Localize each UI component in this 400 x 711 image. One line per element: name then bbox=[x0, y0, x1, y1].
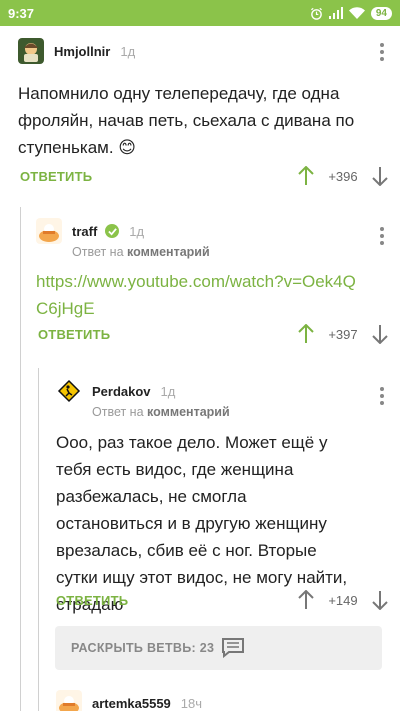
reply-to-info: Ответ на комментарий bbox=[72, 245, 210, 259]
reply-button[interactable]: ОТВЕТИТЬ bbox=[38, 327, 110, 342]
expand-branch-label: РАСКРЫТЬ ВЕТВЬ: 23 bbox=[71, 641, 215, 655]
more-vert-icon[interactable] bbox=[380, 43, 384, 61]
more-vert-icon[interactable] bbox=[380, 387, 384, 405]
status-icons: 94 bbox=[310, 6, 392, 20]
arrow-down-icon[interactable] bbox=[372, 166, 388, 186]
arrow-up-icon[interactable] bbox=[298, 590, 314, 610]
comment-artemka5559: artemka5559 18ч bbox=[56, 690, 400, 711]
comment-time: 1д bbox=[129, 223, 145, 239]
battery-badge: 94 bbox=[370, 6, 392, 20]
reply-button[interactable]: ОТВЕТИТЬ bbox=[20, 169, 92, 184]
vote-controls: +396 bbox=[298, 166, 388, 186]
comments-icon bbox=[222, 638, 245, 658]
comment-link[interactable]: https://www.youtube.com/watch?v=Oek4QC6j… bbox=[36, 268, 356, 322]
comment-actions: ОТВЕТИТЬ +149 bbox=[56, 588, 400, 612]
alarm-icon bbox=[310, 7, 322, 20]
avatar[interactable] bbox=[56, 378, 82, 404]
comment-header: artemka5559 18ч bbox=[56, 690, 400, 711]
comment-score: +396 bbox=[328, 168, 358, 184]
comment-perdakov: Perdakov 1д Ответ на комментарий Ооо, ра… bbox=[56, 378, 400, 614]
comment-actions: ОТВЕТИТЬ +396 bbox=[18, 164, 400, 188]
arrow-up-icon[interactable] bbox=[298, 166, 314, 186]
reply-button[interactable]: ОТВЕТИТЬ bbox=[56, 593, 128, 608]
arrow-down-icon[interactable] bbox=[372, 324, 388, 344]
comment-score: +397 bbox=[328, 326, 358, 342]
comment-traff: traff 1д Ответ на комментарий https://ww… bbox=[36, 218, 400, 358]
expand-branch-button[interactable]: РАСКРЫТЬ ВЕТВЬ: 23 bbox=[55, 626, 382, 670]
comment-header: Perdakov 1д bbox=[56, 378, 400, 405]
reply-to-info: Ответ на комментарий bbox=[92, 405, 230, 419]
comment-hmjollnir: Hmjollnir 1д Напомнило одну телепередачу… bbox=[18, 38, 400, 190]
arrow-up-icon[interactable] bbox=[298, 324, 314, 344]
verified-icon bbox=[105, 224, 120, 238]
comment-text: Напомнило одну телепередачу, где одна фр… bbox=[18, 84, 355, 157]
thread-line bbox=[20, 207, 21, 711]
smile-emoji: 😊 bbox=[118, 138, 137, 157]
avatar[interactable] bbox=[56, 690, 82, 711]
author-name[interactable]: Hmjollnir bbox=[54, 44, 110, 59]
reply-target-link[interactable]: комментарий bbox=[127, 245, 210, 259]
wifi-icon bbox=[348, 7, 365, 19]
author-name[interactable]: traff bbox=[72, 224, 97, 239]
signal-icon bbox=[328, 7, 343, 19]
comment-time: 1д bbox=[120, 43, 136, 59]
thread-line bbox=[38, 368, 39, 711]
status-bar: 9:37 94 bbox=[0, 0, 400, 26]
comment-header: Hmjollnir 1д bbox=[18, 38, 400, 64]
more-vert-icon[interactable] bbox=[380, 227, 384, 245]
author-name[interactable]: Perdakov bbox=[92, 384, 151, 399]
comment-score: +149 bbox=[328, 592, 358, 608]
avatar[interactable] bbox=[36, 218, 62, 244]
status-time: 9:37 bbox=[8, 5, 35, 21]
comment-time: 1д bbox=[160, 383, 176, 399]
reply-target-link[interactable]: комментарий bbox=[147, 405, 230, 419]
avatar[interactable] bbox=[18, 38, 44, 64]
arrow-down-icon[interactable] bbox=[372, 590, 388, 610]
author-name[interactable]: artemka5559 bbox=[92, 696, 171, 711]
comment-header: traff 1д bbox=[36, 218, 400, 245]
vote-controls: +149 bbox=[298, 590, 388, 610]
vote-controls: +397 bbox=[298, 324, 388, 344]
comment-actions: ОТВЕТИТЬ +397 bbox=[36, 322, 400, 346]
comment-time: 18ч bbox=[180, 695, 203, 711]
